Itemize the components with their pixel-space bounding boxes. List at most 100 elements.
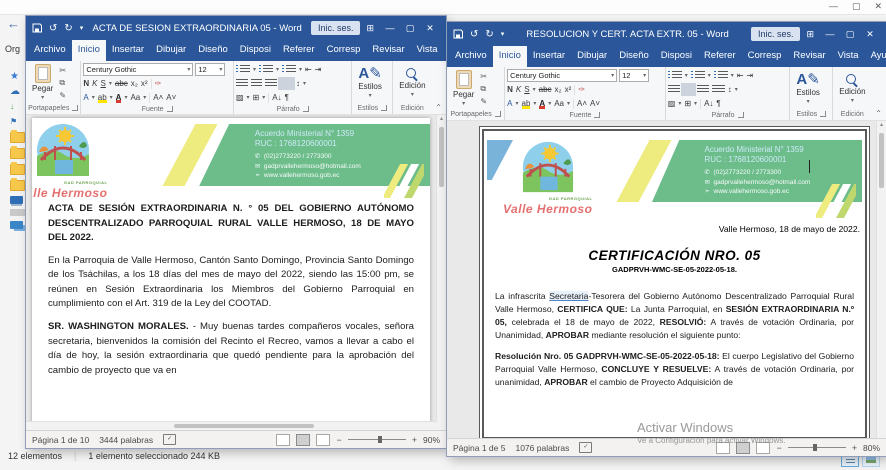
tab-inicio[interactable]: Inicio [72, 40, 106, 61]
tab-referencias[interactable]: Referer [277, 40, 321, 61]
proofing-icon[interactable]: ✓ [579, 442, 592, 453]
font-name-select[interactable]: Century Gothic▾ [83, 63, 193, 76]
ribbon-display-options-icon[interactable]: ⊞ [806, 29, 814, 40]
paste-button[interactable]: Pegar▾ [449, 69, 478, 108]
explorer-back-icon[interactable]: ← [7, 16, 20, 31]
close-button[interactable]: ✕ [860, 29, 880, 40]
minimize-button[interactable]: — [380, 23, 400, 33]
tab-disposicion[interactable]: Disposi [234, 40, 277, 61]
tab-dibujar[interactable]: Dibujar [150, 40, 192, 61]
zoom-level[interactable]: 90% [423, 435, 440, 445]
zoom-slider-thumb[interactable] [378, 436, 382, 443]
document-page[interactable]: Acuerdo Ministerial N° 1359 RUC : 176812… [32, 118, 430, 430]
font-name-select[interactable]: Century Gothic▾ [507, 69, 617, 82]
sort-icon[interactable]: A↓ [704, 99, 713, 108]
tab-insertar[interactable]: Insertar [106, 40, 150, 61]
document-page[interactable]: Acuerdo Ministerial N° 1359 RUC : 176812… [479, 126, 870, 438]
tab-archivo[interactable]: Archivo [28, 40, 72, 61]
cut-icon[interactable]: ✂ [480, 72, 487, 81]
paragraph-dialog-launcher[interactable] [738, 112, 744, 118]
tab-diseno[interactable]: Diseño [192, 40, 234, 61]
zoom-slider[interactable] [788, 447, 846, 448]
line-spacing-icon[interactable]: ↕ [728, 85, 732, 94]
justify-icon[interactable] [712, 85, 725, 94]
close-button[interactable]: ✕ [420, 23, 440, 34]
text-effects-icon[interactable]: A [507, 99, 512, 108]
save-icon[interactable] [32, 23, 42, 33]
sort-icon[interactable]: A↓ [272, 93, 281, 102]
cut-icon[interactable]: ✂ [59, 66, 66, 75]
web-layout-icon[interactable] [756, 442, 770, 454]
align-center-icon[interactable] [251, 79, 262, 88]
folder-icon[interactable] [10, 132, 25, 143]
folder-icon[interactable] [10, 180, 25, 191]
sign-in-button[interactable]: Inic. ses. [751, 27, 801, 41]
scrollbar-thumb[interactable] [439, 127, 444, 187]
increase-indent-icon[interactable]: ⇥ [315, 65, 322, 74]
customize-qat-icon[interactable]: ▾ [80, 24, 84, 32]
editing-button[interactable]: Edición▾ [395, 63, 429, 102]
tab-vista[interactable]: Vista [832, 46, 865, 67]
bold-button[interactable]: N [507, 85, 513, 94]
align-right-icon[interactable] [265, 79, 277, 88]
this-pc-icon[interactable] [10, 196, 23, 204]
document-text[interactable]: La infrascrita Secretaria-Tesorera del G… [487, 290, 862, 389]
paragraph-dialog-launcher[interactable] [303, 106, 309, 112]
increase-indent-icon[interactable]: ⇥ [747, 71, 754, 80]
shading-icon[interactable]: ▨ [236, 93, 244, 102]
numbering-icon[interactable] [691, 71, 705, 80]
underline-button[interactable]: S [101, 79, 106, 88]
font-size-select[interactable]: 12▾ [619, 69, 649, 82]
tab-archivo[interactable]: Archivo [449, 46, 493, 67]
tab-ayuda[interactable]: Ayuda [865, 46, 886, 67]
explorer-organize-label[interactable]: Org [5, 44, 20, 54]
ribbon-display-options-icon[interactable]: ⊞ [366, 23, 374, 34]
italic-button[interactable]: K [516, 85, 521, 94]
font-size-select[interactable]: 12▾ [195, 63, 225, 76]
maximize-button[interactable]: ▢ [400, 23, 420, 34]
bold-button[interactable]: N [83, 79, 89, 88]
tab-revisar[interactable]: Revisar [366, 40, 410, 61]
zoom-out-icon[interactable]: − [336, 435, 341, 445]
underline-button[interactable]: S [524, 85, 529, 94]
copy-icon[interactable]: ⧉ [59, 78, 66, 88]
grow-font-button[interactable]: A˄ [577, 99, 587, 108]
customize-qat-icon[interactable]: ▾ [501, 30, 505, 38]
change-case-button[interactable]: Aa [130, 93, 140, 102]
superscript-button[interactable]: x² [141, 79, 148, 88]
decrease-indent-icon[interactable]: ⇤ [305, 65, 312, 74]
italic-button[interactable]: K [92, 79, 97, 88]
tab-disposicion[interactable]: Disposi [655, 46, 698, 67]
font-color-button[interactable]: A [116, 93, 122, 103]
grow-font-button[interactable]: A˄ [153, 93, 163, 102]
horizontal-scrollbar[interactable] [26, 421, 437, 430]
tab-dibujar[interactable]: Dibujar [571, 46, 613, 67]
styles-dialog-launcher[interactable] [820, 111, 826, 117]
titlebar[interactable]: ↺ ↻ ▾ RESOLUCION Y CERT. ACTA EXTR. 05 -… [447, 22, 886, 46]
document-text[interactable]: ACTA DE SESIÓN EXTRAORDINARIA N. ° 05 DE… [32, 198, 430, 378]
shading-icon[interactable]: ▨ [668, 99, 676, 108]
editing-button[interactable]: Edición▾ [835, 69, 869, 108]
zoom-slider-thumb[interactable] [813, 444, 817, 451]
proofing-icon[interactable]: ✓ [163, 434, 176, 445]
word-count[interactable]: 1076 palabras [515, 443, 569, 453]
collapse-ribbon-icon[interactable]: ⌃ [871, 109, 886, 120]
collapse-ribbon-icon[interactable]: ⌃ [431, 103, 446, 114]
decrease-indent-icon[interactable]: ⇤ [737, 71, 744, 80]
clear-format-icon[interactable]: ✑ [155, 79, 162, 88]
tab-referencias[interactable]: Referer [698, 46, 742, 67]
bullets-icon[interactable] [236, 65, 250, 74]
subscript-button[interactable]: x₂ [555, 85, 562, 94]
page-indicator[interactable]: Página 1 de 10 [32, 435, 89, 445]
page-indicator[interactable]: Página 1 de 5 [453, 443, 505, 453]
strikethrough-button[interactable]: abc [539, 85, 552, 94]
tab-correspondencia[interactable]: Corresp [321, 40, 367, 61]
align-center-icon[interactable] [683, 85, 694, 94]
hscrollbar-thumb[interactable] [174, 424, 314, 428]
borders-icon[interactable]: ⊞ [684, 99, 691, 108]
titlebar[interactable]: ↺ ↻ ▾ ACTA DE SESION EXTRAORDINARIA 05 -… [26, 16, 446, 40]
zoom-in-icon[interactable]: + [852, 443, 857, 453]
show-marks-icon[interactable]: ¶ [285, 93, 289, 102]
shrink-font-button[interactable]: A˅ [166, 93, 176, 102]
format-painter-icon[interactable]: ✎ [59, 91, 66, 100]
